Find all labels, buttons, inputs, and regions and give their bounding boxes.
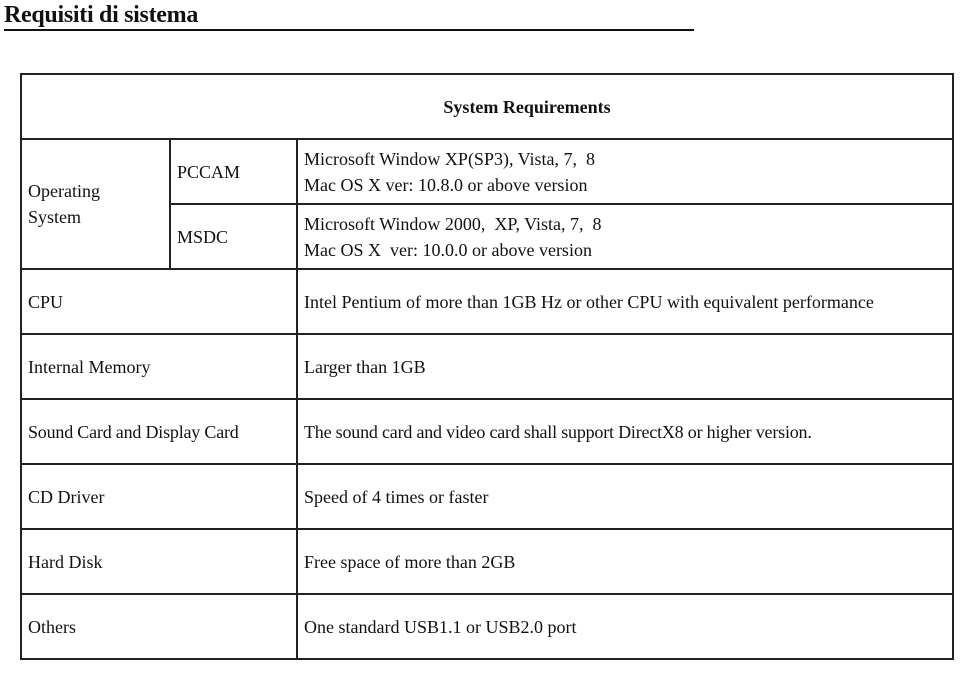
table-row-os-pccam: Operating System PCCAM Microsoft Window … — [20, 138, 954, 270]
row-label: Hard Disk — [20, 528, 298, 595]
system-requirements-table: System Requirements Operating System PCC… — [20, 73, 954, 660]
row-label: Internal Memory — [20, 333, 298, 400]
row-label: CD Driver — [20, 463, 298, 530]
title-underline — [4, 29, 694, 31]
row-value: Speed of 4 times or faster — [296, 463, 954, 530]
pccam-value: Microsoft Window XP(SP3), Vista, 7, 8 Ma… — [296, 138, 954, 205]
table-header-row: System Requirements — [20, 73, 954, 140]
row-value: Larger than 1GB — [296, 333, 954, 400]
table-row: CPU Intel Pentium of more than 1GB Hz or… — [20, 268, 954, 335]
pccam-label: PCCAM — [169, 138, 298, 205]
table-row: Sound Card and Display Card The sound ca… — [20, 398, 954, 465]
os-label: Operating System — [20, 138, 171, 270]
table-row: Internal Memory Larger than 1GB — [20, 333, 954, 400]
row-value: The sound card and video card shall supp… — [296, 398, 954, 465]
row-label: Others — [20, 593, 298, 660]
row-label: Sound Card and Display Card — [20, 398, 298, 465]
table-header: System Requirements — [20, 73, 954, 140]
msdc-value: Microsoft Window 2000, XP, Vista, 7, 8 M… — [296, 203, 954, 270]
table-row: Others One standard USB1.1 or USB2.0 por… — [20, 593, 954, 660]
row-value: Free space of more than 2GB — [296, 528, 954, 595]
msdc-label: MSDC — [169, 203, 298, 270]
row-value: One standard USB1.1 or USB2.0 port — [296, 593, 954, 660]
row-value: Intel Pentium of more than 1GB Hz or oth… — [296, 268, 954, 335]
page-title: Requisiti di sistema — [4, 2, 199, 28]
row-label: CPU — [20, 268, 298, 335]
table-row: CD Driver Speed of 4 times or faster — [20, 463, 954, 530]
table-row: Hard Disk Free space of more than 2GB — [20, 528, 954, 595]
